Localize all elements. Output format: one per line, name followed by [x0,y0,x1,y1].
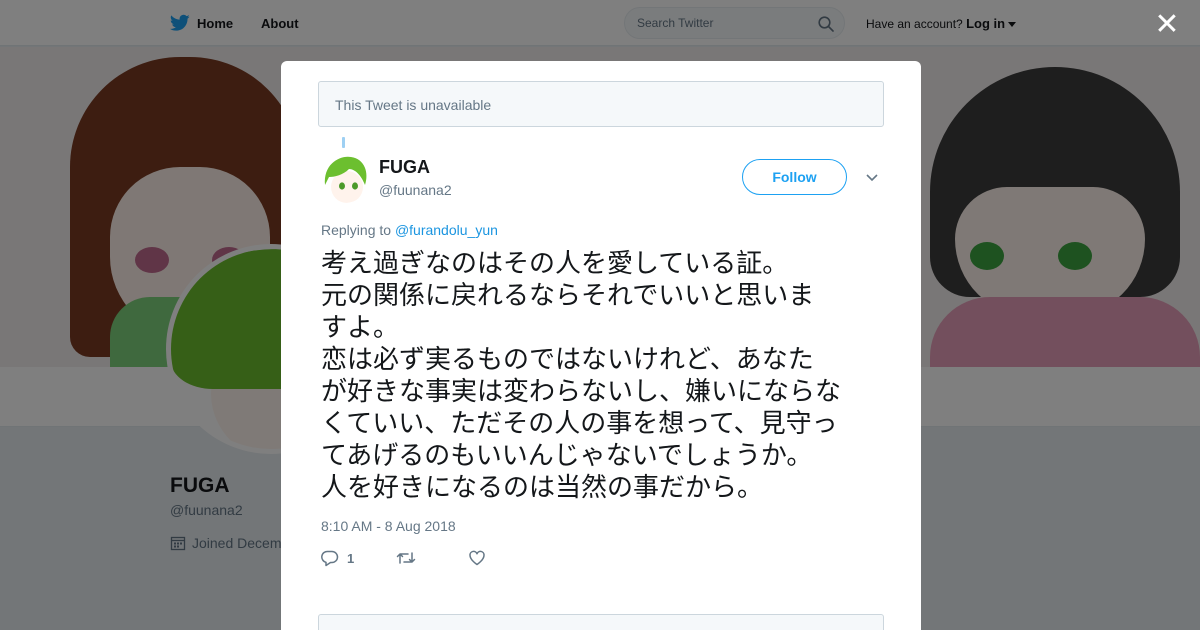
thread-connector [342,137,345,148]
tweet-modal: This Tweet is unavailable FUGA @fuunana2… [281,61,921,630]
unavailable-tweet-notice: This Tweet is unavailable [318,81,884,127]
avatar-image [321,155,369,203]
heart-icon [469,550,485,566]
tweet-actions: 1 [321,549,516,567]
next-reply-card [318,614,884,630]
tweet-author-handle[interactable]: @fuunana2 [379,182,452,198]
tweet-author-name[interactable]: FUGA [379,157,430,178]
replying-prefix: Replying to [321,222,395,238]
close-icon[interactable]: ✕ [1152,10,1182,40]
chevron-down-icon[interactable] [865,171,879,185]
follow-button[interactable]: Follow [742,159,847,195]
reply-mention-link[interactable]: @furandolu_yun [395,222,498,238]
reply-count: 1 [347,550,355,566]
retweet-button[interactable] [396,549,416,567]
tweet-author-avatar[interactable] [321,155,369,203]
replying-to: Replying to @furandolu_yun [321,222,498,238]
tweet-timestamp[interactable]: 8:10 AM - 8 Aug 2018 [321,518,456,534]
reply-icon [321,550,339,567]
reply-button[interactable]: 1 [321,549,354,567]
tweet-text: 考え過ぎなのはその人を愛している証。 元の関係に戻れるならそれでいいと思いま す… [321,249,842,503]
retweet-icon [396,552,416,564]
like-button[interactable] [468,549,486,567]
